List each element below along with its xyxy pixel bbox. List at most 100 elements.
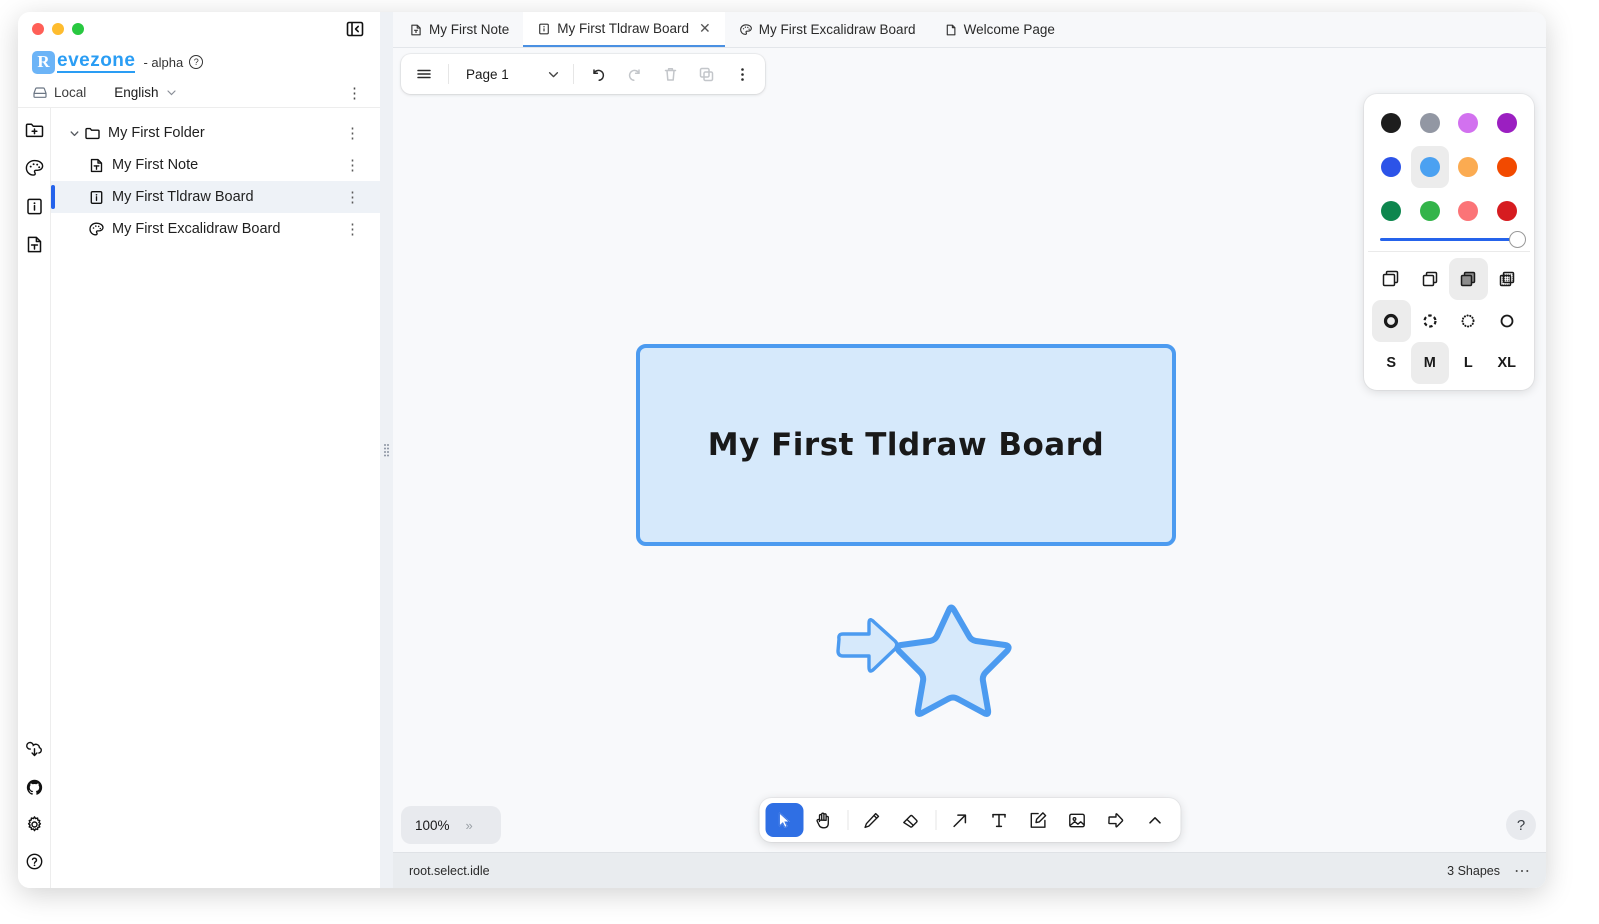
tab-label: My First Tldraw Board	[557, 21, 689, 36]
swatch-dot	[1497, 157, 1517, 177]
eraser-tool[interactable]	[892, 803, 930, 837]
size-option-s[interactable]: S	[1372, 342, 1411, 384]
swatch-dot	[1497, 113, 1517, 133]
tldraw-icon[interactable]	[23, 195, 45, 217]
page-icon	[944, 23, 958, 37]
color-swatch-red-orange[interactable]	[1488, 146, 1527, 188]
swatch-dot	[1381, 201, 1401, 221]
tldraw-canvas[interactable]: Page 1	[393, 48, 1546, 852]
close-icon[interactable]: ✕	[699, 20, 711, 37]
color-swatch-red[interactable]	[1488, 190, 1527, 232]
size-option-xl[interactable]: XL	[1488, 342, 1527, 384]
minimize-window-button[interactable]	[52, 23, 64, 35]
maximize-window-button[interactable]	[72, 23, 84, 35]
tree-row-more-icon[interactable]: ⋮	[345, 156, 360, 174]
hand-tool[interactable]	[804, 803, 842, 837]
github-icon[interactable]	[23, 776, 45, 798]
rectangle-shape[interactable]: My First Tldraw Board	[636, 344, 1176, 546]
note-tool[interactable]	[1019, 803, 1057, 837]
more-vertical-icon[interactable]	[725, 58, 759, 90]
swatch-dot	[1420, 113, 1440, 133]
tldraw-bottom-toolbar	[759, 798, 1180, 842]
hamburger-menu-icon[interactable]	[407, 58, 441, 90]
note-icon	[409, 23, 423, 37]
palette-icon	[739, 23, 753, 37]
fill-none-option[interactable]	[1372, 258, 1411, 300]
tldraw-icon	[87, 189, 105, 206]
color-swatch-grey[interactable]	[1411, 102, 1450, 144]
close-window-button[interactable]	[32, 23, 44, 35]
tree-row-more-icon[interactable]: ⋮	[345, 124, 360, 142]
image-tool[interactable]	[1058, 803, 1096, 837]
palette-icon[interactable]	[23, 157, 45, 179]
page-selector[interactable]: Page 1	[456, 58, 566, 90]
color-swatch-light-blue[interactable]	[1411, 146, 1450, 188]
tree-row-more-icon[interactable]: ⋮	[345, 220, 360, 238]
tree-row-more-icon[interactable]: ⋮	[345, 188, 360, 206]
about-help-icon[interactable]: ?	[189, 55, 203, 69]
add-folder-icon[interactable]	[23, 119, 45, 141]
draw-tool[interactable]	[853, 803, 891, 837]
fill-semi-option[interactable]	[1411, 258, 1450, 300]
tree-row-label: My First Folder	[108, 125, 205, 141]
language-chevron-down-icon[interactable]	[165, 86, 178, 99]
chevron-down-icon[interactable]	[540, 58, 566, 90]
select-tool[interactable]	[765, 803, 803, 837]
language-label[interactable]: English	[114, 85, 158, 100]
color-swatch-violet[interactable]	[1449, 102, 1488, 144]
tree-row[interactable]: My First Folder ⋮	[51, 117, 380, 149]
tab-my-first-excalidraw-board[interactable]: My First Excalidraw Board	[725, 12, 930, 47]
expand-chevrons-icon[interactable]: »	[466, 818, 473, 833]
tab-my-first-tldraw-board[interactable]: My First Tldraw Board ✕	[523, 12, 725, 47]
shape-tool[interactable]	[1097, 803, 1135, 837]
divider	[448, 64, 449, 84]
color-swatch-blue[interactable]	[1372, 146, 1411, 188]
color-swatch-purple[interactable]	[1488, 102, 1527, 144]
sidebar: R evezone - alpha ? Local English ⋮	[18, 12, 380, 888]
help-icon[interactable]	[23, 850, 45, 872]
sidebar-resize-handle[interactable]	[380, 12, 393, 888]
tree-row[interactable]: My First Excalidraw Board ⋮	[51, 213, 380, 245]
dash-dashed-option[interactable]	[1411, 300, 1450, 342]
more-tools[interactable]	[1136, 803, 1174, 837]
color-swatch-black[interactable]	[1372, 102, 1411, 144]
zoom-control[interactable]: 100% »	[401, 806, 501, 844]
dash-dotted-option[interactable]	[1449, 300, 1488, 342]
color-swatch-light-green[interactable]	[1411, 190, 1450, 232]
size-options: S M L XL	[1368, 342, 1530, 384]
fill-solid-option[interactable]	[1449, 258, 1488, 300]
download-icon[interactable]	[23, 739, 45, 761]
fill-pattern-option[interactable]	[1488, 258, 1527, 300]
tab-welcome-page[interactable]: Welcome Page	[930, 12, 1069, 47]
tree-row[interactable]: My First Tldraw Board ⋮	[51, 181, 380, 213]
note-icon[interactable]	[23, 233, 45, 255]
swatch-dot	[1420, 201, 1440, 221]
storage-label[interactable]: Local	[54, 85, 86, 100]
color-swatch-light-red[interactable]	[1449, 190, 1488, 232]
arrow-tool[interactable]	[941, 803, 979, 837]
size-option-m[interactable]: M	[1411, 342, 1450, 384]
swatch-dot	[1458, 201, 1478, 221]
dash-solid-option[interactable]	[1488, 300, 1527, 342]
help-fab-button[interactable]: ?	[1506, 810, 1536, 840]
size-option-l[interactable]: L	[1449, 342, 1488, 384]
opacity-slider[interactable]	[1368, 232, 1530, 251]
tldraw-top-toolbar: Page 1	[401, 54, 765, 94]
tree-row[interactable]: My First Note ⋮	[51, 149, 380, 181]
undo-icon[interactable]	[581, 58, 615, 90]
tab-label: My First Excalidraw Board	[759, 22, 916, 37]
color-swatch-green[interactable]	[1372, 190, 1411, 232]
dash-draw-option[interactable]	[1372, 300, 1411, 342]
settings-icon[interactable]	[23, 813, 45, 835]
zoom-level-label: 100%	[415, 818, 450, 833]
workspace-more-icon[interactable]: ⋮	[347, 84, 362, 102]
collapse-sidebar-icon[interactable]	[344, 18, 366, 40]
divider	[935, 810, 936, 830]
status-more-icon[interactable]: ⋯	[1514, 861, 1530, 881]
chevron-down-icon[interactable]	[65, 127, 83, 140]
icon-rail-bottom	[23, 739, 45, 888]
color-swatch-orange[interactable]	[1449, 146, 1488, 188]
text-tool[interactable]	[980, 803, 1018, 837]
slider-thumb[interactable]	[1509, 231, 1526, 248]
tab-my-first-note[interactable]: My First Note	[395, 12, 523, 47]
